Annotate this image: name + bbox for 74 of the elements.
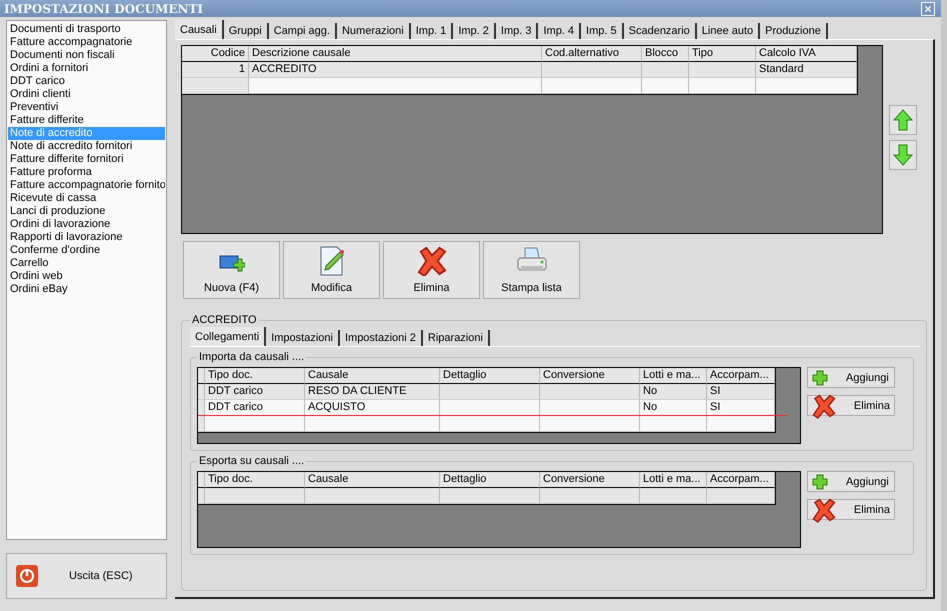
table-cell xyxy=(642,62,689,78)
column-header: Causale xyxy=(305,472,440,488)
list-item[interactable]: Lanci di produzione xyxy=(8,205,165,218)
action-button[interactable]: Elimina xyxy=(383,241,480,299)
list-item[interactable]: DDT carico xyxy=(8,75,165,88)
side-button[interactable]: Aggiungi xyxy=(807,471,895,492)
column-header: Tipo xyxy=(689,46,756,62)
list-item[interactable]: Documenti di trasporto xyxy=(8,23,165,36)
table-cell xyxy=(182,78,249,94)
group-title: Importa da causali .... xyxy=(198,351,306,363)
document-pencil-icon xyxy=(318,246,346,276)
move-up-button[interactable] xyxy=(889,105,917,135)
plus-icon xyxy=(812,370,828,386)
cross-icon xyxy=(416,246,446,276)
list-item[interactable]: Fatture accompagnatorie xyxy=(8,36,165,49)
list-item[interactable]: Ordini di lavorazione xyxy=(8,218,165,231)
tab[interactable]: Collegamenti xyxy=(190,327,266,346)
column-header: Dettaglio xyxy=(440,368,540,384)
table-cell: Standard xyxy=(756,62,857,78)
list-item[interactable]: Ordini eBay xyxy=(8,283,165,296)
power-icon xyxy=(15,564,39,588)
list-item[interactable]: Preventivi xyxy=(8,101,165,114)
table-cell: DDT carico xyxy=(205,384,305,400)
column-header: Causale xyxy=(305,368,440,384)
column-header: Calcolo IVA xyxy=(756,46,857,62)
column-header: Dettaglio xyxy=(440,472,540,488)
column-header: Accorpam... xyxy=(707,472,775,488)
list-item[interactable]: Ordini a fornitori xyxy=(8,62,165,75)
column-header: Cod.alternativo xyxy=(542,46,642,62)
list-item[interactable]: Fatture differite xyxy=(8,114,165,127)
up-arrow-icon xyxy=(893,109,913,131)
column-header: Conversione xyxy=(540,368,640,384)
column-header: Tipo doc. xyxy=(205,472,305,488)
side-button[interactable]: Elimina xyxy=(807,499,895,520)
side-button[interactable]: Elimina xyxy=(807,395,895,416)
column-header: Accorpam... xyxy=(707,368,775,384)
column-header: Conversione xyxy=(540,472,640,488)
column-header: Lotti e ma... xyxy=(640,368,707,384)
table-cell: SI xyxy=(707,384,775,400)
list-item[interactable]: Conferme d'ordine xyxy=(8,244,165,257)
column-header: Descrizione causale xyxy=(249,46,542,62)
table-cell: RESO DA CLIENTE xyxy=(305,384,440,400)
side-button[interactable]: Aggiungi xyxy=(807,367,895,388)
down-arrow-icon xyxy=(893,144,913,166)
column-header: Blocco xyxy=(642,46,689,62)
column-header: Codice xyxy=(182,46,249,62)
tab[interactable]: Causali xyxy=(175,20,224,39)
group-title: ACCREDITO xyxy=(191,314,258,326)
exit-button[interactable]: Uscita (ESC) xyxy=(6,553,167,599)
action-button[interactable]: Nuova (F4) xyxy=(183,241,280,299)
table-cell xyxy=(707,488,775,504)
list-item[interactable]: Ordini web xyxy=(8,270,165,283)
table-cell xyxy=(689,62,756,78)
plus-icon xyxy=(812,474,828,490)
table-cell: 1 xyxy=(182,62,249,78)
list-item[interactable]: Fatture differite fornitori xyxy=(8,153,165,166)
column-header: Tipo doc. xyxy=(205,368,305,384)
table-cell: No xyxy=(640,384,707,400)
list-item[interactable]: Ordini clienti xyxy=(8,88,165,101)
list-item[interactable]: Fatture proforma xyxy=(8,166,165,179)
list-item[interactable]: Ricevute di cassa xyxy=(8,192,165,205)
table-cell: ACQUISTO xyxy=(305,400,440,416)
table-cell xyxy=(640,488,707,504)
list-item[interactable]: Rapporti di lavorazione xyxy=(8,231,165,244)
list-item[interactable]: Note di accredito fornitori xyxy=(8,140,165,153)
table-cell: ACCREDITO xyxy=(249,62,542,78)
move-down-button[interactable] xyxy=(889,140,917,170)
group-title: Esporta su causali .... xyxy=(198,455,306,467)
window-title: IMPOSTAZIONI DOCUMENTI xyxy=(4,2,204,16)
action-button[interactable]: Stampa lista xyxy=(483,241,580,299)
column-header: Lotti e ma... xyxy=(640,472,707,488)
list-item[interactable]: Carrello xyxy=(8,257,165,270)
action-button[interactable]: Modifica xyxy=(283,241,380,299)
list-item[interactable]: Documenti non fiscali xyxy=(8,49,165,62)
